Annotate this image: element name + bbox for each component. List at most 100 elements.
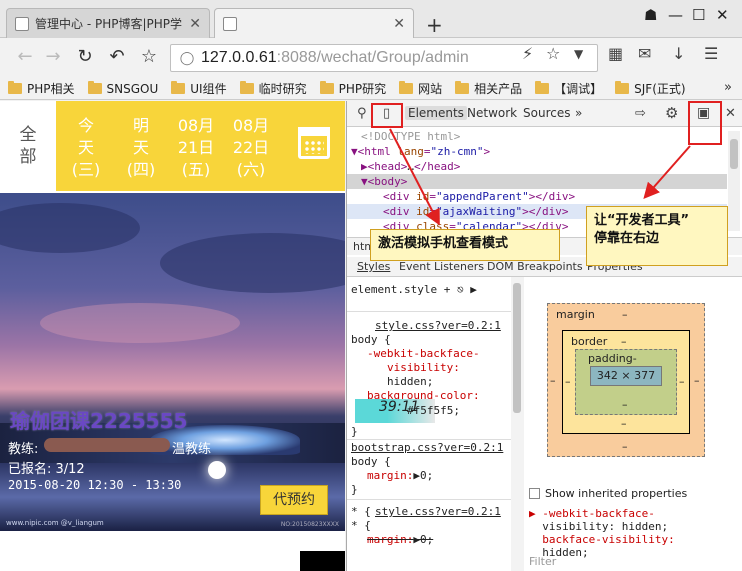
reload-icon[interactable]: ↻ bbox=[74, 46, 96, 67]
user-profile-icon[interactable]: ☗ bbox=[644, 6, 657, 24]
bookmark-folder[interactable]: 网站 bbox=[399, 80, 442, 97]
play-icon[interactable]: ▶ bbox=[470, 283, 477, 296]
rule-selector[interactable]: * { bbox=[351, 519, 371, 532]
devtools-toolbar: ⚲ ▯ Elements Network Sources » ⇨ ⚙ ▣ ✕ bbox=[347, 101, 742, 127]
undo-icon[interactable]: ↶ bbox=[106, 46, 128, 67]
date-tab-tomorrow[interactable]: 明天 (四) bbox=[114, 115, 168, 181]
star-icon[interactable]: ☆ bbox=[546, 44, 560, 63]
bookmark-folder[interactable]: 【调试】 bbox=[535, 80, 602, 97]
back-icon[interactable]: ← bbox=[14, 46, 36, 67]
styles-scrollbar[interactable] bbox=[511, 277, 524, 571]
maximize-button[interactable]: ☐ bbox=[692, 6, 705, 24]
box-model-content[interactable]: 342 × 377 bbox=[590, 366, 662, 386]
tab-elements[interactable]: Elements bbox=[405, 106, 467, 120]
devtools-panel: ⚲ ▯ Elements Network Sources » ⇨ ⚙ ▣ ✕ <… bbox=[346, 101, 742, 571]
download-icon[interactable]: ↓ bbox=[672, 44, 685, 63]
lightning-icon[interactable]: ⚡ bbox=[522, 44, 533, 63]
style-property[interactable]: -webkit-backface- bbox=[367, 347, 480, 360]
address-bar[interactable]: ◯ 127.0.0.61:8088/wechat/Group/admin bbox=[170, 44, 598, 72]
rule-close: } bbox=[351, 425, 358, 438]
folder-icon bbox=[87, 81, 102, 94]
rule-source-link[interactable]: style.css?ver=0.2:1 bbox=[375, 505, 501, 518]
close-devtools-icon[interactable]: ✕ bbox=[725, 106, 736, 121]
bookmarks-more-button[interactable]: » bbox=[724, 80, 732, 95]
callout-dock-right: 让“开发者工具” 停靠在右边 bbox=[586, 206, 728, 266]
url-text: 127.0.0.61:8088/wechat/Group/admin bbox=[201, 49, 469, 66]
close-window-button[interactable]: ✕ bbox=[716, 6, 729, 24]
dom-node[interactable]: <div id="appendParent"></div> bbox=[347, 189, 727, 204]
folder-icon bbox=[535, 81, 550, 94]
folder-icon bbox=[319, 81, 334, 94]
style-declaration[interactable]: margin:▶0; bbox=[367, 469, 433, 482]
mail-icon[interactable]: ✉ bbox=[638, 44, 651, 63]
rule-source-link[interactable]: style.css?ver=0.2:1 bbox=[375, 319, 501, 332]
new-tab-button[interactable]: + bbox=[426, 13, 443, 37]
toggle-state-icon[interactable]: ⎋ bbox=[457, 283, 464, 296]
folder-icon bbox=[615, 81, 630, 94]
apps-icon[interactable]: ▦ bbox=[608, 44, 623, 63]
subtab-event-listeners[interactable]: Event Listeners bbox=[399, 260, 484, 273]
subtab-styles[interactable]: Styles bbox=[357, 260, 390, 273]
console-drawer-icon[interactable]: ⇨ bbox=[635, 106, 646, 121]
bookmark-folder[interactable]: 临时研究 bbox=[239, 80, 307, 97]
element-style[interactable]: element.style + ⎋ ▶ bbox=[351, 283, 477, 296]
folder-icon bbox=[8, 81, 22, 94]
rule-source-link[interactable]: bootstrap.css?ver=0.2:1 bbox=[351, 441, 503, 454]
dom-node[interactable]: <!DOCTYPE html> bbox=[347, 129, 727, 144]
style-declaration-overridden[interactable]: margin:▶0; bbox=[367, 533, 433, 546]
show-inherited-toggle[interactable]: Show inherited properties bbox=[529, 487, 687, 500]
browser-tab-strip: 管理中心 - PHP博客|PHP学 ✕ ✕ + ☗ — ☐ ✕ bbox=[0, 0, 742, 39]
tab-network[interactable]: Network bbox=[467, 106, 517, 120]
bookmark-folder[interactable]: PHP研究 bbox=[319, 80, 386, 97]
dom-node[interactable]: ▼<html lang="zh-cmn"> bbox=[347, 144, 727, 159]
dom-node-selected[interactable]: ▼<body> bbox=[347, 174, 727, 189]
checkbox[interactable] bbox=[529, 488, 540, 499]
rule-selector[interactable]: body { bbox=[351, 333, 391, 346]
bookmark-folder[interactable]: SJF(正式) bbox=[615, 80, 686, 97]
folder-icon bbox=[239, 81, 254, 94]
settings-gear-icon[interactable]: ⚙ bbox=[665, 104, 678, 122]
box-model-margin[interactable]: margin – – – – border – – – – padding- –… bbox=[547, 303, 705, 457]
forward-icon[interactable]: → bbox=[42, 46, 64, 67]
add-rule-icon[interactable]: + bbox=[444, 283, 451, 296]
bookmark-label: 相关产品 bbox=[474, 82, 523, 96]
tabs-more-icon[interactable]: » bbox=[575, 106, 582, 120]
browser-tab-active[interactable]: ✕ bbox=[214, 8, 414, 39]
page-info-icon[interactable]: ◯ bbox=[177, 51, 197, 66]
bookmark-folder[interactable]: PHP相关 bbox=[8, 80, 75, 97]
all-dates-tab[interactable]: 全部 bbox=[0, 101, 56, 191]
box-model-border[interactable]: border – – – – padding- – 342 × 377 bbox=[562, 330, 690, 434]
dom-node[interactable]: ▶<head>…</head> bbox=[347, 159, 727, 174]
calendar-icon[interactable] bbox=[298, 127, 330, 159]
subtab-dom-breakpoints[interactable]: DOM Breakpoints bbox=[487, 260, 583, 273]
rule-selector[interactable]: body { bbox=[351, 455, 391, 468]
bookmark-folder[interactable]: UI组件 bbox=[171, 80, 227, 97]
minimize-button[interactable]: — bbox=[668, 6, 683, 24]
background-light bbox=[208, 461, 226, 479]
menu-icon[interactable]: ☰ bbox=[704, 44, 718, 63]
bookmark-label: SJF(正式) bbox=[634, 82, 686, 96]
bookmark-folder[interactable]: 相关产品 bbox=[455, 80, 522, 97]
course-card[interactable]: 瑜伽团课2225555 教练: 温教练 已报名: 3/12 2015-08-20… bbox=[0, 193, 345, 531]
inspect-search-icon[interactable]: ⚲ bbox=[357, 106, 367, 121]
close-tab-icon[interactable]: ✕ bbox=[393, 16, 405, 32]
filter-input[interactable]: Filter bbox=[529, 555, 556, 568]
close-tab-icon[interactable]: ✕ bbox=[189, 16, 201, 32]
date-tab-0822[interactable]: 08月 22日 (六) bbox=[224, 115, 278, 181]
background-cloud bbox=[160, 233, 345, 293]
bookmark-star-icon[interactable]: ☆ bbox=[138, 46, 160, 67]
book-button[interactable]: 代预约 bbox=[260, 485, 328, 515]
rule-selector[interactable]: * { bbox=[351, 505, 371, 518]
style-value[interactable]: hidden; bbox=[387, 375, 433, 388]
date-tab-0821[interactable]: 08月 21日 (五) bbox=[169, 115, 223, 181]
date-strip: 全部 今天 (三) 明天 (四) 08月 21日 (五) 08月 22日 (六) bbox=[0, 101, 345, 191]
bookmark-folder[interactable]: SNSGOU bbox=[87, 81, 158, 96]
box-model-padding[interactable]: padding- – 342 × 377 bbox=[575, 349, 677, 415]
dom-scrollbar[interactable] bbox=[728, 131, 740, 231]
dropdown-icon[interactable]: ▼ bbox=[574, 47, 583, 61]
browser-tab[interactable]: 管理中心 - PHP博客|PHP学 ✕ bbox=[6, 8, 210, 38]
timer-overlay: 39:11 bbox=[379, 399, 420, 415]
style-property[interactable]: visibility: bbox=[387, 361, 460, 374]
date-tab-today[interactable]: 今天 (三) bbox=[59, 115, 113, 181]
tab-sources[interactable]: Sources bbox=[523, 106, 570, 120]
